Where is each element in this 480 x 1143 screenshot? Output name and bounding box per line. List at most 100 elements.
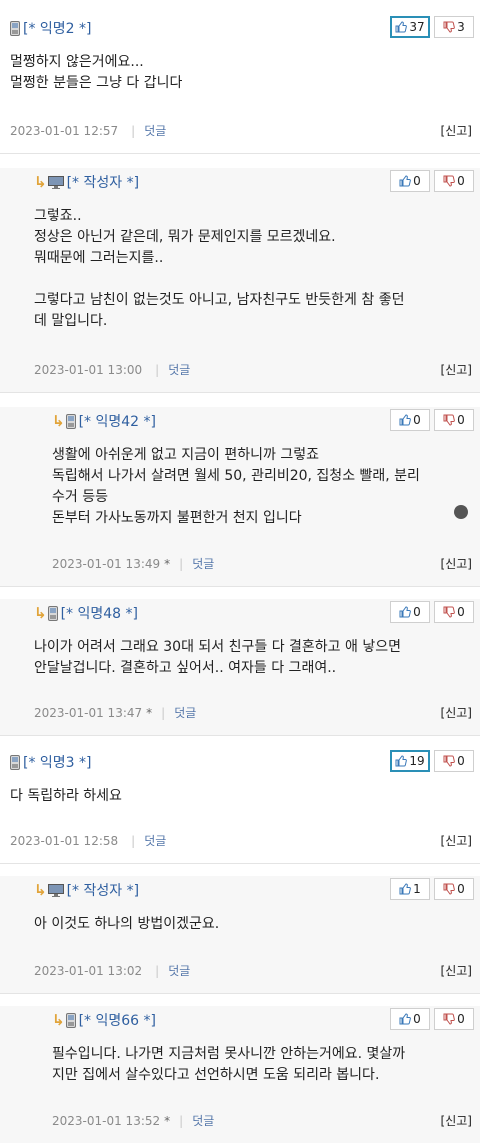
comment: ↳ [* 익명66 *] 0 0 필수입니다. 나가면 지금처럼 못사니깐 안하… [0,1006,480,1143]
comment: [* 익명3 *] 19 0 다 독립하라 하세요 2023-01-01 12:… [0,748,480,864]
reply-arrow-icon: ↳ [34,881,47,899]
downvote-button[interactable]: 0 [434,1008,474,1030]
upvote-button[interactable]: 0 [390,601,430,623]
comment-author[interactable]: [* 익명2 *] [10,18,92,38]
downvote-count: 0 [457,413,465,427]
divider: | [131,833,136,848]
thumbs-up-icon [395,21,408,33]
vote-buttons: 0 0 [390,170,474,192]
report-link[interactable]: [신고] [441,361,472,378]
monitor-icon [47,175,64,189]
upvote-button[interactable]: 19 [390,750,430,772]
comment: [* 익명2 *] 37 3 멀쩡하지 않은거에요... 멀쩡한 분들은 그냥 … [0,14,480,154]
report-link[interactable]: [신고] [441,832,472,849]
downvote-count: 0 [457,174,465,188]
vote-buttons: 19 0 [390,750,474,772]
phone-icon [65,413,76,429]
vote-buttons: 1 0 [390,878,474,900]
comment-author[interactable]: ↳ [* 익명48 *] [34,603,138,623]
upvote-button[interactable]: 1 [390,878,430,900]
comment-time: 2023-01-01 13:00 [34,362,143,377]
comment-body: 필수입니다. 나가면 지금처럼 못사니깐 안하는거에요. 몇살까 지만 집에서 … [52,1046,406,1083]
downvote-button[interactable]: 0 [434,750,474,772]
reply-arrow-icon: ↳ [52,1011,65,1029]
upvote-count: 0 [413,174,421,188]
thumbs-up-icon [395,755,408,767]
reply-arrow-icon: ↳ [34,173,47,191]
downvote-button[interactable]: 3 [434,16,474,38]
reply-link[interactable]: 덧글 [192,555,214,572]
author-name: [* 익명42 *] [78,414,156,430]
comment-author[interactable]: ↳ [* 익명66 *] [52,1010,156,1030]
upvote-count: 0 [413,605,421,619]
comment-author[interactable]: ↳ [* 작성자 *] [34,172,139,192]
comment-body: 생활에 아쉬운게 없고 지금이 편하니까 그렇죠 독립해서 나가서 살려면 월세… [52,447,420,526]
comment-time: 2023-01-01 12:58 [10,833,119,848]
comment-meta: 2023-01-01 12:58 | 덧글 [10,832,166,849]
upvote-button[interactable]: 0 [390,170,430,192]
divider: | [179,556,184,571]
upvote-button[interactable]: 0 [390,1008,430,1030]
scroll-handle[interactable] [454,505,468,519]
comment-meta: 2023-01-01 13:47 * | 덧글 [34,704,196,721]
comment-time: 2023-01-01 13:52 [52,1113,161,1128]
thumbs-down-icon [443,21,456,33]
reply-arrow-icon: ↳ [34,604,47,622]
comment-body: 아 이것도 하나의 방법이겠군요. [34,916,220,932]
comment-meta: 2023-01-01 13:02 | 덧글 [34,962,190,979]
monitor-icon [47,883,64,897]
comment: ↳ [* 작성자 *] 1 0 아 이것도 하나의 방법이겠군요. 2023-0… [0,876,480,994]
upvote-count: 0 [413,413,421,427]
divider: | [155,963,160,978]
edited-mark: * [146,705,153,720]
report-link[interactable]: [신고] [441,1112,472,1129]
downvote-count: 0 [457,1012,465,1026]
downvote-count: 0 [457,754,465,768]
thumbs-down-icon [443,1013,456,1025]
edited-mark: * [164,1113,171,1128]
reply-arrow-icon: ↳ [52,412,65,430]
comment-meta: 2023-01-01 13:00 | 덧글 [34,361,190,378]
phone-icon [47,605,58,621]
thumbs-down-icon [443,175,456,187]
downvote-button[interactable]: 0 [434,409,474,431]
reply-link[interactable]: 덧글 [174,704,196,721]
report-link[interactable]: [신고] [441,704,472,721]
vote-buttons: 0 0 [390,601,474,623]
comment-author[interactable]: ↳ [* 작성자 *] [34,880,139,900]
comment-meta: 2023-01-01 13:52 * | 덧글 [52,1112,214,1129]
downvote-button[interactable]: 0 [434,601,474,623]
author-name: [* 익명66 *] [78,1013,156,1029]
author-name: [* 익명48 *] [60,606,138,622]
thumbs-down-icon [443,755,456,767]
upvote-button[interactable]: 0 [390,409,430,431]
vote-buttons: 0 0 [390,1008,474,1030]
reply-link[interactable]: 덧글 [144,122,166,139]
downvote-button[interactable]: 0 [434,170,474,192]
vote-buttons: 0 0 [390,409,474,431]
comment: ↳ [* 익명48 *] 0 0 나이가 어려서 그래요 30대 되서 친구들 … [0,599,480,736]
reply-link[interactable]: 덧글 [192,1112,214,1129]
upvote-button[interactable]: 37 [390,16,430,38]
edited-mark: * [164,556,171,571]
upvote-count: 19 [409,754,425,768]
reply-link[interactable]: 덧글 [144,832,166,849]
report-link[interactable]: [신고] [441,122,472,139]
comment-time: 2023-01-01 13:47 [34,705,143,720]
downvote-count: 0 [457,882,465,896]
author-name: [* 익명3 *] [23,755,92,771]
downvote-button[interactable]: 0 [434,878,474,900]
divider: | [131,123,136,138]
comment: ↳ [* 작성자 *] 0 0 그렇죠.. 정상은 아닌거 같은데, 뭐가 문제… [0,168,480,393]
comment-author[interactable]: [* 익명3 *] [10,752,92,772]
thumbs-up-icon [399,883,412,895]
upvote-count: 1 [413,882,421,896]
upvote-count: 37 [409,20,425,34]
comment-body: 나이가 어려서 그래요 30대 되서 친구들 다 결혼하고 애 낳으면 안달날겁… [34,639,401,676]
phone-icon [10,20,20,36]
report-link[interactable]: [신고] [441,555,472,572]
reply-link[interactable]: 덧글 [168,962,190,979]
reply-link[interactable]: 덧글 [168,361,190,378]
report-link[interactable]: [신고] [441,962,472,979]
comment-author[interactable]: ↳ [* 익명42 *] [52,411,156,431]
